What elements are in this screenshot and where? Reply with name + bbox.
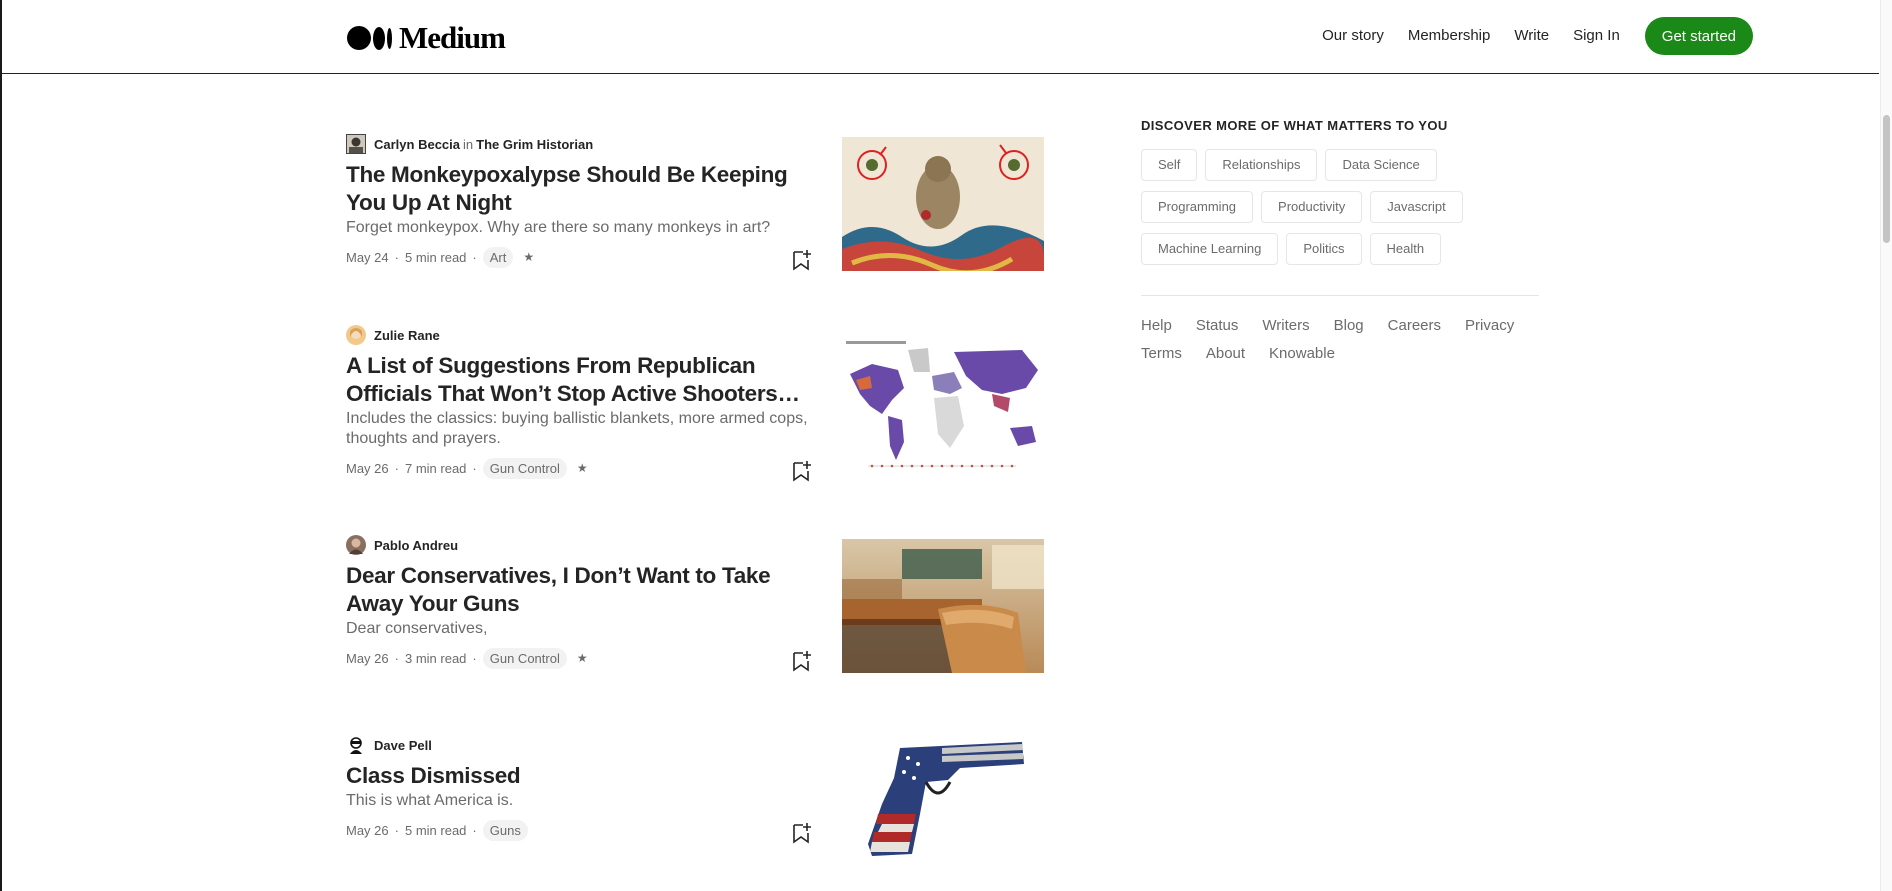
bookmark-add-icon[interactable] [791, 650, 811, 672]
footer-link-help[interactable]: Help [1141, 316, 1172, 336]
topic-list: Self Relationships Data Science Programm… [1141, 149, 1539, 265]
footer-link-about[interactable]: About [1206, 344, 1245, 364]
article-meta: May 26 · 7 min read · Gun Control ★ [346, 457, 820, 482]
topic-javascript[interactable]: Javascript [1370, 191, 1463, 223]
nav-write[interactable]: Write [1514, 17, 1549, 55]
discover-heading: DISCOVER MORE OF WHAT MATTERS TO YOU [1141, 118, 1448, 133]
topic-productivity[interactable]: Productivity [1261, 191, 1363, 223]
author-name[interactable]: Pablo Andreu [374, 538, 458, 553]
article-thumbnail[interactable] [842, 734, 1044, 868]
topic-data-science[interactable]: Data Science [1325, 149, 1437, 181]
topic-tag[interactable]: Gun Control [482, 647, 567, 669]
article-title[interactable]: Dear Conservatives, I Don’t Want to Take… [346, 562, 820, 618]
medium-logo-icon [347, 26, 392, 50]
top-nav: Our story Membership Write Sign In Get s… [1298, 17, 1753, 55]
author-name[interactable]: Carlyn Beccia [374, 137, 460, 152]
publication-name[interactable]: The Grim Historian [476, 137, 593, 152]
footer-link-blog[interactable]: Blog [1334, 316, 1364, 336]
sidebar-divider [1141, 295, 1539, 296]
top-navbar: Medium Our story Membership Write Sign I… [2, 0, 1879, 74]
footer-link-knowable[interactable]: Knowable [1269, 344, 1335, 364]
topic-health[interactable]: Health [1369, 233, 1442, 265]
bookmark-add-icon[interactable] [791, 822, 811, 844]
nav-sign-in[interactable]: Sign In [1573, 17, 1620, 55]
read-time: 5 min read [404, 822, 467, 838]
footer-link-terms[interactable]: Terms [1141, 344, 1182, 364]
author-avatar[interactable] [346, 735, 366, 755]
topic-programming[interactable]: Programming [1141, 191, 1254, 223]
bookmark-add-icon[interactable] [791, 460, 811, 482]
article-subtitle[interactable]: Dear conservatives, [346, 619, 820, 639]
article-thumbnail[interactable] [842, 539, 1044, 673]
medium-logo[interactable]: Medium [347, 20, 506, 56]
read-time: 3 min read [404, 650, 467, 666]
author-avatar[interactable] [346, 325, 366, 345]
article-subtitle[interactable]: Forget monkeypox. Why are there so many … [346, 218, 820, 238]
topic-tag[interactable]: Art [482, 246, 514, 268]
star-icon: ★ [576, 651, 588, 665]
article-title[interactable]: A List of Suggestions From Republican Of… [346, 352, 820, 408]
article-meta: May 26 · 5 min read · Guns [346, 819, 820, 844]
publish-date: May 26 [346, 460, 389, 476]
nav-our-story[interactable]: Our story [1322, 17, 1384, 55]
medium-logo-text: Medium [399, 20, 506, 55]
article-title[interactable]: Class Dismissed [346, 762, 820, 790]
publish-date: May 24 [346, 249, 389, 265]
article-subtitle[interactable]: Includes the classics: buying ballistic … [346, 409, 820, 449]
author-name[interactable]: Zulie Rane [374, 328, 440, 343]
read-time: 7 min read [404, 460, 467, 476]
in-label: in [463, 136, 474, 152]
publish-date: May 26 [346, 822, 389, 838]
author-name[interactable]: Dave Pell [374, 738, 432, 753]
publish-date: May 26 [346, 650, 389, 666]
author-avatar[interactable] [346, 134, 366, 154]
article-meta: May 26 · 3 min read · Gun Control ★ [346, 647, 820, 672]
read-time: 5 min read [404, 249, 467, 265]
footer-link-writers[interactable]: Writers [1262, 316, 1309, 336]
article-subtitle[interactable]: This is what America is. [346, 791, 820, 811]
topic-politics[interactable]: Politics [1286, 233, 1362, 265]
footer-links: Help Status Writers Blog Careers Privacy… [1141, 316, 1539, 364]
topic-relationships[interactable]: Relationships [1205, 149, 1318, 181]
star-icon: ★ [576, 461, 588, 475]
star-icon: ★ [523, 250, 535, 264]
bookmark-add-icon[interactable] [791, 249, 811, 271]
topic-self[interactable]: Self [1141, 149, 1198, 181]
get-started-button[interactable]: Get started [1644, 17, 1753, 55]
article-thumbnail[interactable] [842, 137, 1044, 271]
article-meta: May 24 · 5 min read · Art ★ [346, 246, 820, 271]
footer-link-careers[interactable]: Careers [1388, 316, 1441, 336]
author-avatar[interactable] [346, 535, 366, 555]
article-thumbnail[interactable] [842, 336, 1044, 470]
nav-membership[interactable]: Membership [1408, 17, 1491, 55]
window-frame-edge [0, 0, 2, 891]
footer-link-privacy[interactable]: Privacy [1465, 316, 1514, 336]
topic-machine-learning[interactable]: Machine Learning [1141, 233, 1279, 265]
topic-tag[interactable]: Gun Control [482, 457, 567, 479]
scrollbar-thumb[interactable] [1883, 115, 1890, 243]
page-scrollbar[interactable] [1880, 0, 1892, 891]
footer-link-status[interactable]: Status [1196, 316, 1239, 336]
topic-tag[interactable]: Guns [482, 819, 528, 841]
article-title[interactable]: The Monkeypoxalypse Should Be Keeping Yo… [346, 161, 820, 217]
sidebar: DISCOVER MORE OF WHAT MATTERS TO YOU Sel… [1141, 118, 1539, 364]
